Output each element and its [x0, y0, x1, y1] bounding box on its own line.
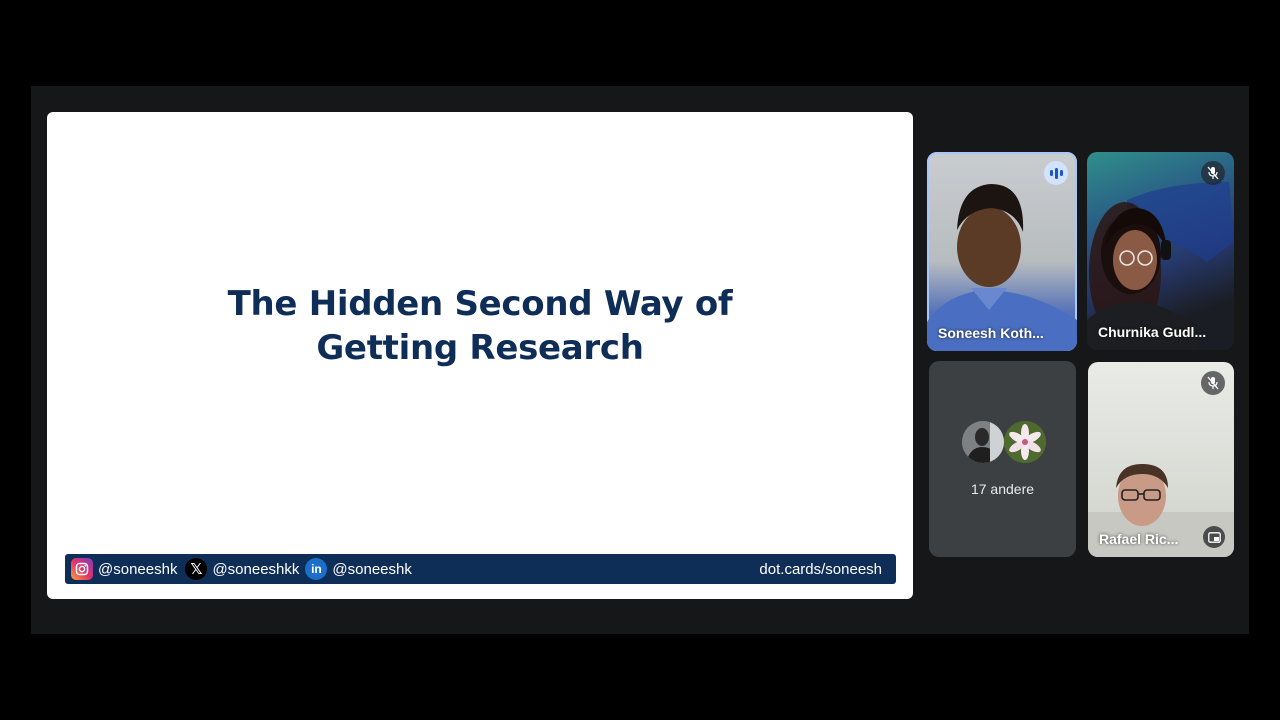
slide-title-line-1: The Hidden Second Way of	[227, 284, 733, 324]
slide-title-line-2: Getting Research	[316, 328, 644, 368]
meeting-stage: The Hidden Second Way of Getting Researc…	[31, 86, 1249, 634]
linkedin-icon: in	[305, 558, 328, 580]
participant-tile-churnika[interactable]: Churnika Gudl...	[1087, 152, 1234, 350]
linkedin-handle-group: in @soneeshk	[305, 558, 412, 580]
linkedin-handle: @soneeshk	[332, 560, 412, 578]
slide-title: The Hidden Second Way of Getting Researc…	[47, 282, 913, 370]
instagram-icon	[71, 558, 93, 580]
others-count-label: 17 andere	[970, 481, 1035, 497]
participant-name: Soneesh Koth...	[938, 325, 1044, 341]
audio-level-icon	[1044, 161, 1068, 185]
instagram-handle-group: @soneeshk	[71, 558, 177, 580]
presentation-slide: The Hidden Second Way of Getting Researc…	[47, 112, 913, 599]
avatar	[1004, 421, 1046, 463]
avatar	[962, 421, 1004, 463]
participant-tile-soneesh[interactable]: Soneesh Koth...	[927, 152, 1077, 351]
participant-tile-rafael[interactable]: Rafael Ric...	[1088, 362, 1234, 557]
x-handle: @soneeshkk	[212, 560, 300, 578]
mic-off-icon	[1201, 371, 1225, 395]
picture-in-picture-icon[interactable]	[1203, 526, 1225, 548]
mic-off-icon	[1201, 161, 1225, 185]
x-logo-icon: 𝕏	[185, 558, 208, 580]
x-handle-group: 𝕏 @soneeshkk	[185, 558, 299, 580]
participant-name: Churnika Gudl...	[1098, 324, 1207, 340]
participant-name: Rafael Ric...	[1099, 531, 1179, 547]
instagram-handle: @soneeshk	[98, 560, 178, 578]
slide-footer-bar: @soneeshk 𝕏 @soneeshkk in @soneeshk dot.…	[65, 554, 896, 584]
participant-tile-others[interactable]: 17 andere	[929, 361, 1076, 557]
website-link: dot.cards/soneesh	[759, 560, 882, 578]
